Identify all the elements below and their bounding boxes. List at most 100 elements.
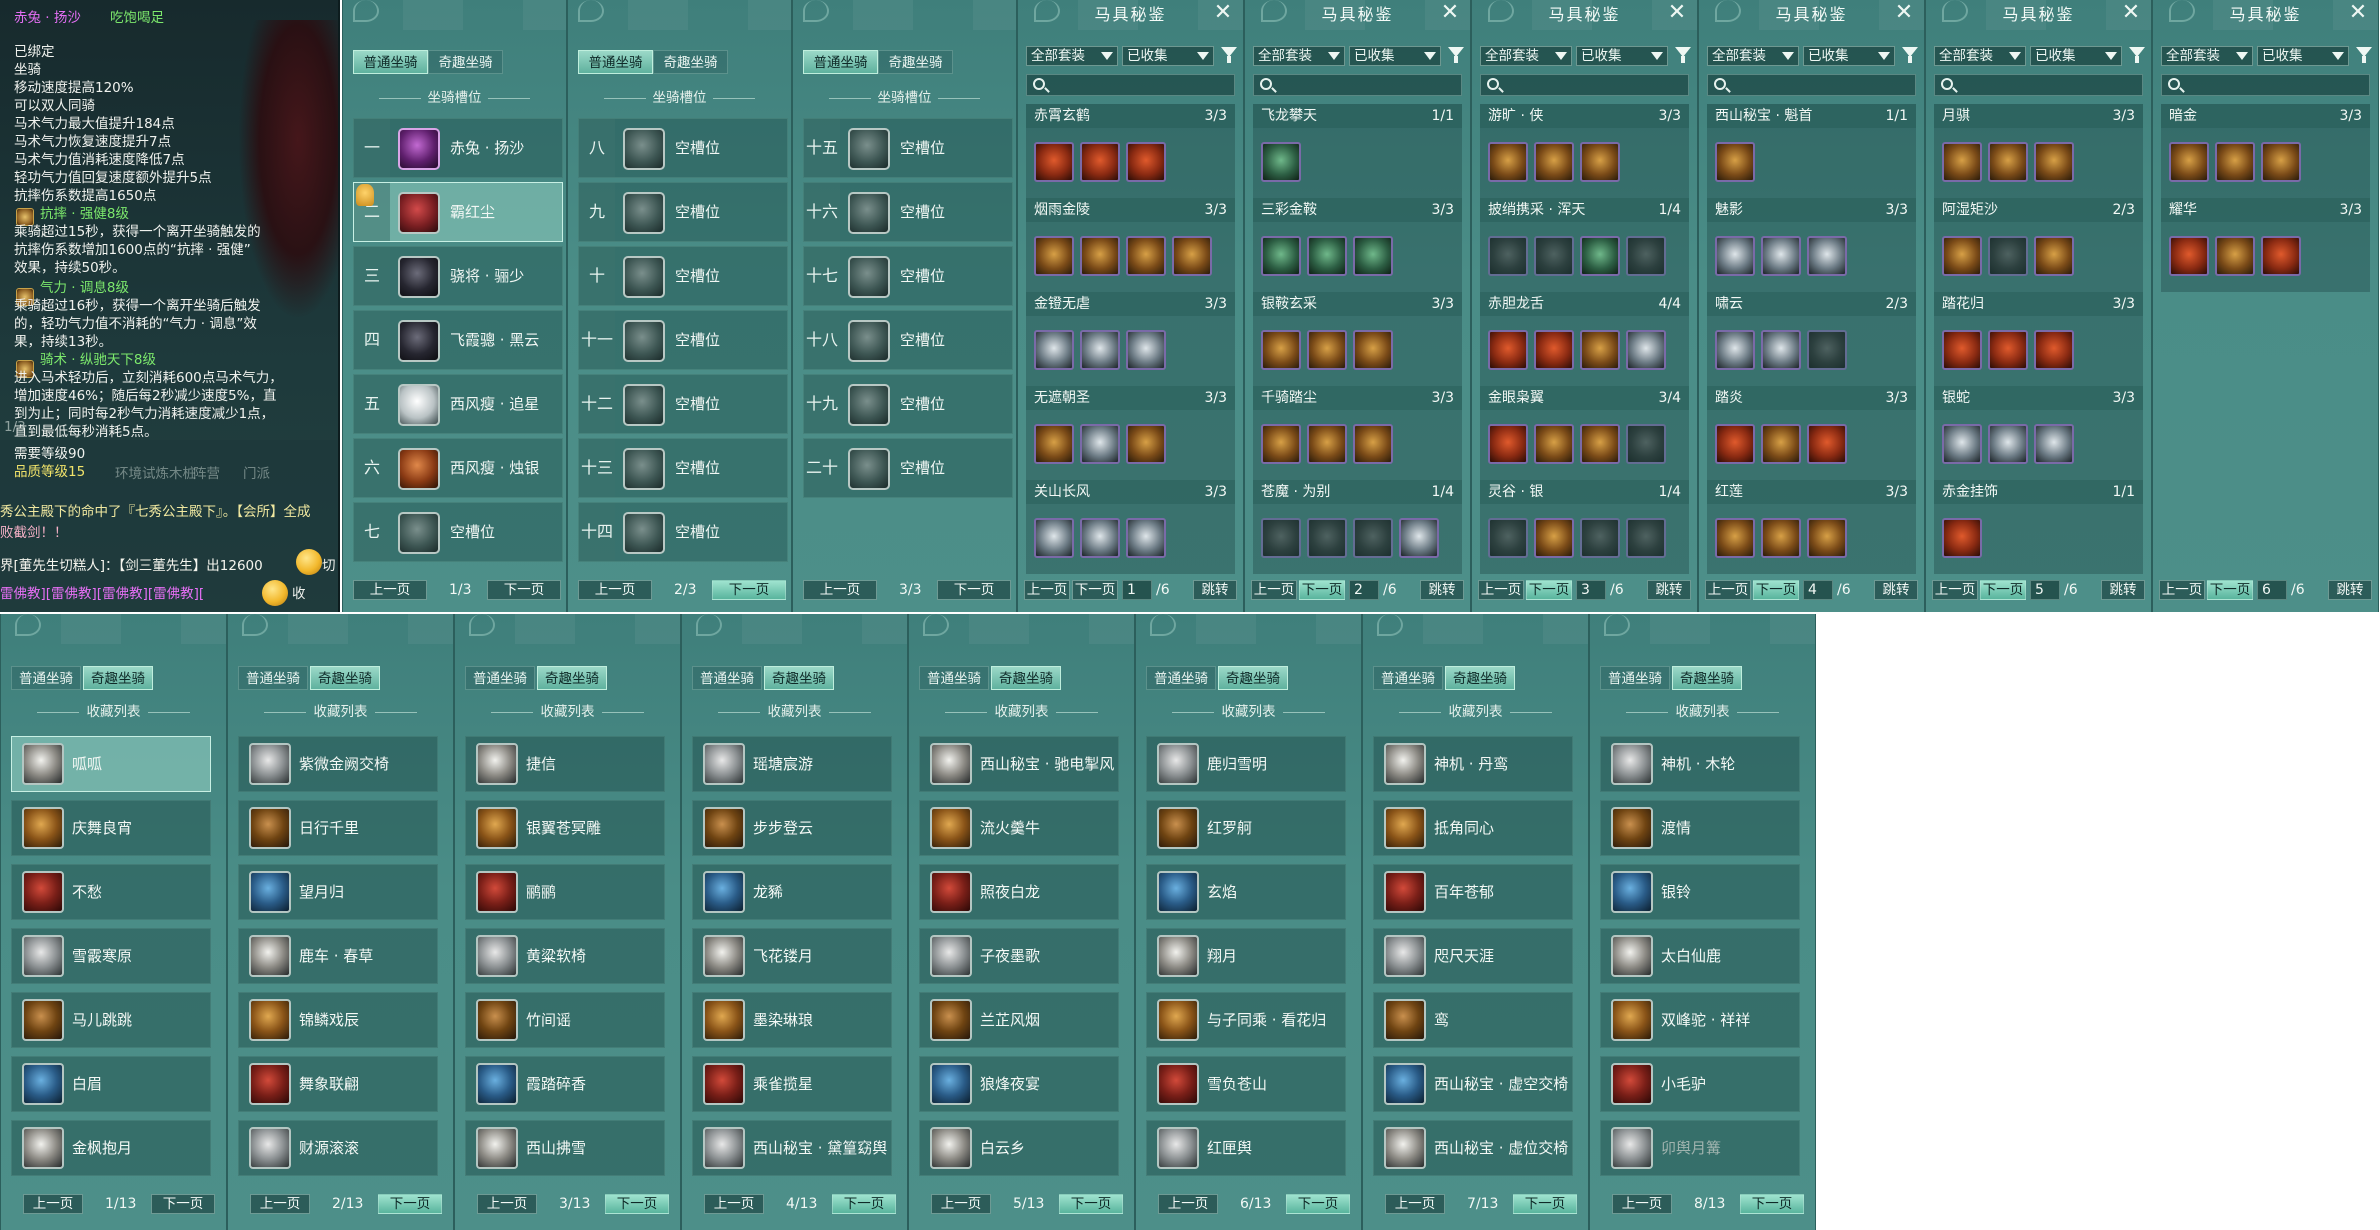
gear-item-icon[interactable] xyxy=(1580,518,1620,558)
collection-item[interactable]: 紫微金阙交椅 xyxy=(238,736,438,792)
collection-item[interactable]: 财源滚滚 xyxy=(238,1120,438,1176)
next-page-button[interactable]: 下一页 xyxy=(832,1194,896,1214)
gear-item-icon[interactable] xyxy=(2169,236,2209,276)
mount-portrait-icon[interactable] xyxy=(1611,999,1653,1041)
gear-item-icon[interactable] xyxy=(1353,236,1393,276)
set-filter-dropdown[interactable]: 全部套装 xyxy=(1253,46,1345,66)
tab-normal-mount[interactable]: 普通坐骑 xyxy=(578,50,653,74)
tab-normal-mount[interactable]: 普通坐骑 xyxy=(803,50,878,74)
page-input[interactable]: 6 xyxy=(2257,580,2287,600)
tab-normal-mount[interactable]: 普通坐骑 xyxy=(238,666,308,690)
mount-portrait-icon[interactable] xyxy=(22,807,64,849)
collection-item[interactable]: 鹿归雪明 xyxy=(1146,736,1346,792)
gear-item-icon[interactable] xyxy=(1626,236,1666,276)
collection-item[interactable]: 白眉 xyxy=(11,1056,211,1112)
empty-slot-icon[interactable] xyxy=(848,256,890,298)
gear-item-icon[interactable] xyxy=(1261,518,1301,558)
gear-item-icon[interactable] xyxy=(2169,142,2209,182)
mount-portrait-icon[interactable] xyxy=(476,935,518,977)
mount-portrait-icon[interactable] xyxy=(1611,743,1653,785)
mount-portrait-icon[interactable] xyxy=(930,743,972,785)
gear-item-icon[interactable] xyxy=(1988,330,2028,370)
collection-item[interactable]: 双峰驼 · 祥祥 xyxy=(1600,992,1800,1048)
prev-page-button[interactable]: 上一页 xyxy=(1705,580,1751,600)
gear-item-icon[interactable] xyxy=(1807,518,1847,558)
gear-item-icon[interactable] xyxy=(1715,142,1755,182)
prev-page-button[interactable]: 上一页 xyxy=(1932,580,1978,600)
tab-fun-mount[interactable]: 奇趣坐骑 xyxy=(537,666,607,690)
mount-portrait-icon[interactable] xyxy=(249,743,291,785)
collection-item[interactable]: 太白仙鹿 xyxy=(1600,928,1800,984)
collection-item[interactable]: 翔月 xyxy=(1146,928,1346,984)
collected-filter-dropdown[interactable]: 已收集 xyxy=(2030,46,2122,66)
mount-slot-row[interactable]: 十八 空槽位 xyxy=(803,310,1013,370)
gear-item-icon[interactable] xyxy=(2261,142,2301,182)
collection-item[interactable]: 红罗舸 xyxy=(1146,800,1346,856)
gear-item-icon[interactable] xyxy=(1488,424,1528,464)
collection-item[interactable]: 西山秘宝 · 虚位交椅 xyxy=(1373,1120,1573,1176)
tab-fun-mount[interactable]: 奇趣坐骑 xyxy=(1672,666,1742,690)
gear-item-icon[interactable] xyxy=(1580,236,1620,276)
empty-slot-icon[interactable] xyxy=(623,320,665,362)
mount-slot-row[interactable]: 一 赤兔 · 扬沙 xyxy=(353,118,563,178)
gear-item-icon[interactable] xyxy=(2261,236,2301,276)
collection-item[interactable]: 渡情 xyxy=(1600,800,1800,856)
search-input[interactable] xyxy=(1480,74,1689,96)
tab-normal-mount[interactable]: 普通坐骑 xyxy=(465,666,535,690)
collection-item[interactable]: 舞象联翩 xyxy=(238,1056,438,1112)
close-icon[interactable]: ✕ xyxy=(1665,2,1689,26)
gear-item-icon[interactable] xyxy=(1761,518,1801,558)
prev-page-button[interactable]: 上一页 xyxy=(23,1194,83,1214)
collection-item[interactable]: 照夜白龙 xyxy=(919,864,1119,920)
page-input[interactable]: 3 xyxy=(1576,580,1606,600)
gear-item-icon[interactable] xyxy=(1942,424,1982,464)
gear-item-icon[interactable] xyxy=(1715,424,1755,464)
gear-item-icon[interactable] xyxy=(1488,236,1528,276)
filter-icon[interactable] xyxy=(2129,46,2145,64)
gear-item-icon[interactable] xyxy=(2215,236,2255,276)
mount-portrait-icon[interactable] xyxy=(1157,807,1199,849)
collection-item[interactable]: 鹂鹂 xyxy=(465,864,665,920)
gear-item-icon[interactable] xyxy=(1942,142,1982,182)
gear-item-icon[interactable] xyxy=(1080,142,1120,182)
gear-item-icon[interactable] xyxy=(1172,236,1212,276)
mount-portrait-icon[interactable] xyxy=(1157,743,1199,785)
mount-portrait-icon[interactable] xyxy=(930,1063,972,1105)
gear-item-icon[interactable] xyxy=(1807,330,1847,370)
collection-item[interactable]: 西山秘宝 · 虚空交椅 xyxy=(1373,1056,1573,1112)
tab-fun-mount[interactable]: 奇趣坐骑 xyxy=(991,666,1061,690)
next-page-button[interactable]: 下一页 xyxy=(487,580,561,600)
prev-page-button[interactable]: 上一页 xyxy=(1612,1194,1672,1214)
collection-item[interactable]: 百年苍郁 xyxy=(1373,864,1573,920)
prev-page-button[interactable]: 上一页 xyxy=(578,580,652,600)
mount-slot-row[interactable]: 十七 空槽位 xyxy=(803,246,1013,306)
mount-portrait-icon[interactable] xyxy=(249,999,291,1041)
mount-slot-row[interactable]: 十六 空槽位 xyxy=(803,182,1013,242)
mount-portrait-icon[interactable] xyxy=(1384,1063,1426,1105)
mount-portrait-icon[interactable] xyxy=(703,743,745,785)
tab-fun-mount[interactable]: 奇趣坐骑 xyxy=(653,50,728,74)
mount-portrait-icon[interactable] xyxy=(476,1127,518,1169)
collection-item[interactable]: 抵角同心 xyxy=(1373,800,1573,856)
collection-item[interactable]: 西山秘宝 · 驰电掣风 xyxy=(919,736,1119,792)
jump-button[interactable]: 跳转 xyxy=(2101,580,2145,600)
close-icon[interactable]: ✕ xyxy=(1892,2,1916,26)
search-input[interactable] xyxy=(1253,74,1462,96)
jump-button[interactable]: 跳转 xyxy=(1420,580,1464,600)
prev-page-button[interactable]: 上一页 xyxy=(353,580,427,600)
tab-fun-mount[interactable]: 奇趣坐骑 xyxy=(878,50,953,74)
mount-portrait-icon[interactable] xyxy=(930,999,972,1041)
gear-item-icon[interactable] xyxy=(1715,236,1755,276)
collection-item[interactable]: 日行千里 xyxy=(238,800,438,856)
collected-filter-dropdown[interactable]: 已收集 xyxy=(1122,46,1214,66)
gear-item-icon[interactable] xyxy=(1080,330,1120,370)
collection-item[interactable]: 流火羹牛 xyxy=(919,800,1119,856)
mount-slot-row[interactable]: 十四 空槽位 xyxy=(578,502,788,562)
mount-portrait-icon[interactable] xyxy=(1611,1127,1653,1169)
mount-portrait-icon[interactable] xyxy=(249,807,291,849)
gear-item-icon[interactable] xyxy=(2034,424,2074,464)
prev-page-button[interactable]: 上一页 xyxy=(1385,1194,1445,1214)
page-input[interactable]: 1 xyxy=(1122,580,1152,600)
mount-portrait-icon[interactable] xyxy=(22,935,64,977)
gear-item-icon[interactable] xyxy=(1126,330,1166,370)
